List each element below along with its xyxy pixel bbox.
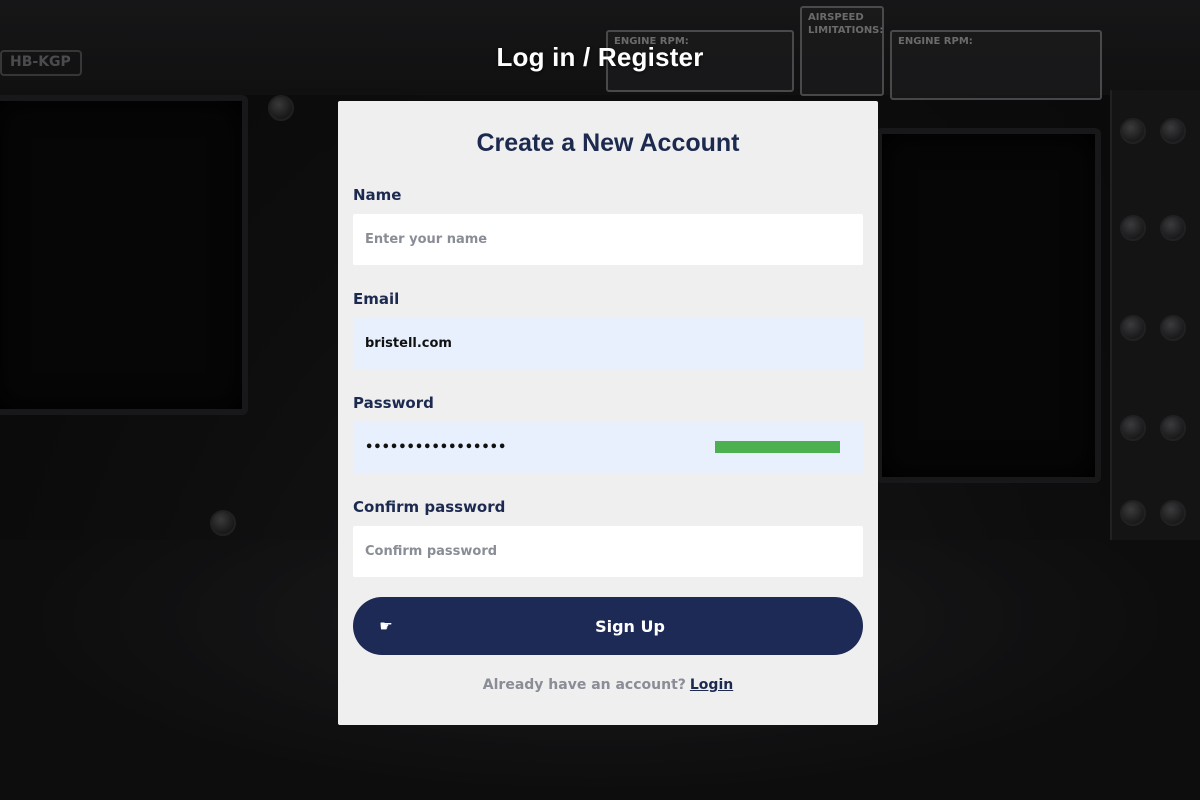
name-label: Name [353,186,402,204]
login-prompt-text: Already have an account? [482,677,686,693]
password-label: Password [353,394,434,412]
confirm-password-label: Confirm password [353,498,506,516]
register-card: Create a New Account Name Email Password… [338,101,878,725]
password-field-wrapper [353,422,863,473]
email-input[interactable] [353,318,863,369]
email-field-wrapper [353,318,863,369]
password-strength-bar [715,441,840,453]
pointing-hand-icon: ☛ [379,617,393,635]
form-heading: Create a New Account [476,129,740,157]
sign-up-button[interactable]: ☛ Sign Up [353,597,863,655]
name-field-wrapper [353,214,863,265]
page-title: Log in / Register [496,42,704,72]
confirm-password-field-wrapper [353,526,863,577]
name-input[interactable] [353,214,863,265]
login-prompt: Already have an account? Login [353,677,863,693]
login-link[interactable]: Login [690,677,733,693]
email-label: Email [353,290,400,308]
sign-up-label: Sign Up [595,616,665,636]
confirm-password-input[interactable] [353,526,863,577]
